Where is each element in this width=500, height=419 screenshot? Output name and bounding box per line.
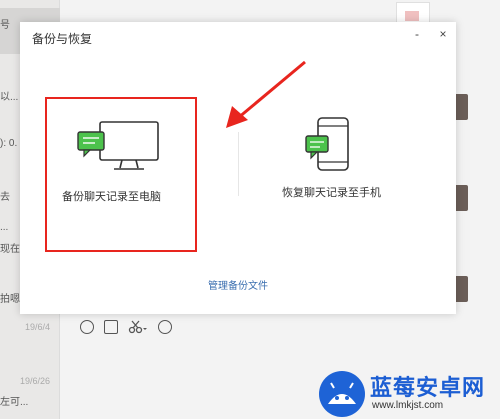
watermark: 蓝莓安卓网 www.lmkjst.com bbox=[318, 368, 500, 419]
arrow-annotation bbox=[226, 60, 306, 128]
watermark-url: www.lmkjst.com bbox=[372, 400, 444, 411]
watermark-title: 蓝莓安卓网 bbox=[370, 375, 486, 400]
android-logo-icon bbox=[319, 371, 365, 417]
